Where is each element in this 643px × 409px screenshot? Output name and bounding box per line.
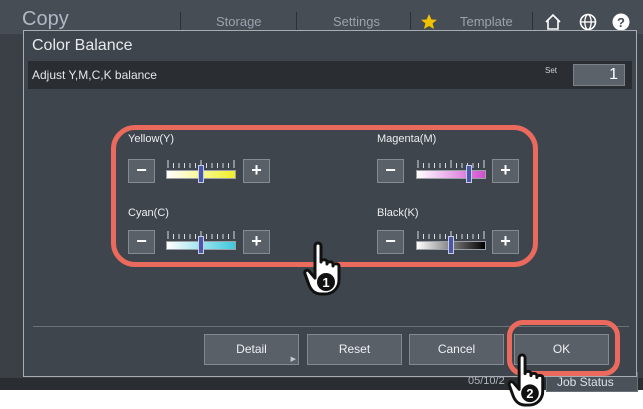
hand-pointer-icon: 2 [507,353,545,407]
detail-button[interactable]: Detail ▶ [204,334,299,365]
tab-storage[interactable]: Storage [216,14,262,29]
callout-number-2: 2 [526,386,533,401]
home-icon[interactable] [543,12,563,32]
svg-text:?: ? [617,15,625,30]
set-label: Set [545,66,558,75]
set-count-field: 1 [573,64,625,86]
globe-icon[interactable] [578,12,598,32]
help-icon[interactable]: ? [611,12,631,32]
top-bar: Copy Storage Settings Template ? [0,0,643,34]
instruction-text: Adjust Y,M,C,K balance [32,68,157,82]
color-balance-dialog: Color Balance Adjust Y,M,C,K balance Set… [23,30,637,377]
tab-settings[interactable]: Settings [333,14,380,29]
instruction-bar: Adjust Y,M,C,K balance Set 1 [28,61,632,89]
hand-pointer-icon: 1 [303,241,341,296]
cancel-button[interactable]: Cancel [409,334,504,365]
star-icon[interactable] [419,12,439,32]
app-title: Copy [22,8,69,30]
callout-number-1: 1 [322,275,329,290]
tab-template[interactable]: Template [460,14,513,29]
detail-button-label: Detail [236,342,267,356]
dialog-title: Color Balance [32,37,133,54]
reset-button[interactable]: Reset [307,334,402,365]
more-arrow-icon: ▶ [290,356,296,363]
